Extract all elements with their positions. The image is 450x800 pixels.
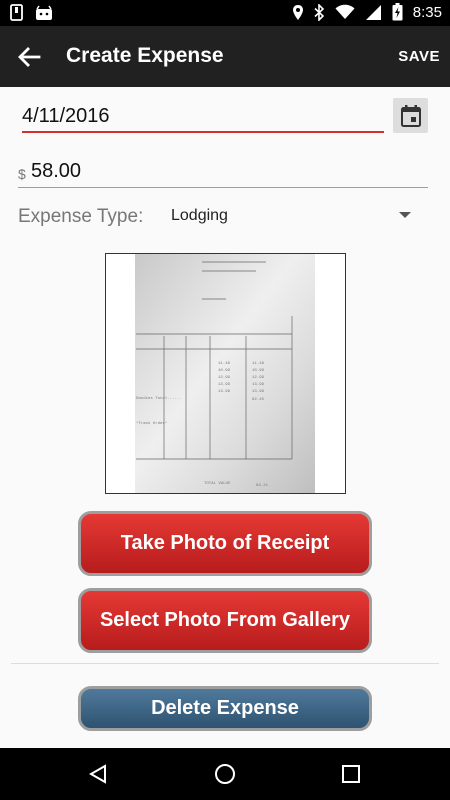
signal-icon	[365, 4, 381, 20]
amount-field[interactable]: $ 58.00	[18, 158, 428, 188]
svg-text:12.99: 12.99	[218, 376, 231, 380]
svg-text:83.21: 83.21	[256, 484, 269, 488]
svg-text:13.99: 13.99	[218, 383, 231, 387]
calendar-icon	[400, 104, 421, 127]
svg-text:TOTAL VALUE: TOTAL VALUE	[204, 482, 231, 486]
currency-symbol: $	[18, 166, 26, 182]
amount-value: 58.00	[31, 160, 82, 182]
svg-text:10.99: 10.99	[218, 369, 231, 373]
select-gallery-button[interactable]: Select Photo From Gallery	[78, 588, 372, 653]
calendar-button[interactable]	[393, 98, 428, 133]
navigation-bar	[0, 748, 450, 800]
expense-type-label: Expense Type:	[18, 206, 144, 227]
svg-text:Dandies Total......: Dandies Total......	[136, 396, 182, 401]
save-button[interactable]: SAVE	[398, 48, 440, 65]
battery-charging-icon	[392, 3, 403, 21]
svg-text:62.45: 62.45	[252, 398, 265, 402]
receipt-image: 11.49 10.99 12.99 13.99 13.99 11.49 10.9…	[106, 254, 345, 493]
phone-notification-icon	[10, 4, 23, 21]
take-photo-button[interactable]: Take Photo of Receipt	[78, 511, 372, 576]
svg-text:11.49: 11.49	[252, 362, 265, 366]
app-bar: Create Expense SAVE	[0, 26, 450, 87]
recents-nav-icon[interactable]	[342, 765, 360, 783]
svg-text:11.49: 11.49	[218, 362, 231, 366]
date-input[interactable]: 4/11/2016	[22, 100, 384, 133]
status-bar: 8:35	[0, 0, 450, 26]
status-time: 8:35	[412, 3, 442, 21]
svg-text:13.99: 13.99	[218, 390, 231, 394]
dropdown-arrow-icon[interactable]	[399, 212, 411, 218]
divider	[11, 663, 439, 664]
delete-expense-button[interactable]: Delete Expense	[78, 686, 372, 731]
back-nav-icon[interactable]	[88, 764, 108, 784]
page-title: Create Expense	[66, 44, 224, 67]
svg-text:*Track Order*: *Track Order*	[136, 421, 167, 426]
wifi-icon	[335, 4, 355, 19]
bluetooth-icon	[314, 3, 324, 21]
arrow-back-icon[interactable]	[14, 42, 44, 72]
svg-text:12.99: 12.99	[252, 376, 265, 380]
svg-text:13.99: 13.99	[252, 390, 265, 394]
expense-type-select[interactable]: Lodging	[171, 207, 228, 225]
android-icon	[36, 5, 52, 20]
svg-text:13.99: 13.99	[252, 383, 265, 387]
home-nav-icon[interactable]	[214, 763, 236, 785]
location-icon	[292, 4, 303, 20]
receipt-photo: 11.49 10.99 12.99 13.99 13.99 11.49 10.9…	[105, 253, 346, 494]
svg-text:10.99: 10.99	[252, 369, 265, 373]
